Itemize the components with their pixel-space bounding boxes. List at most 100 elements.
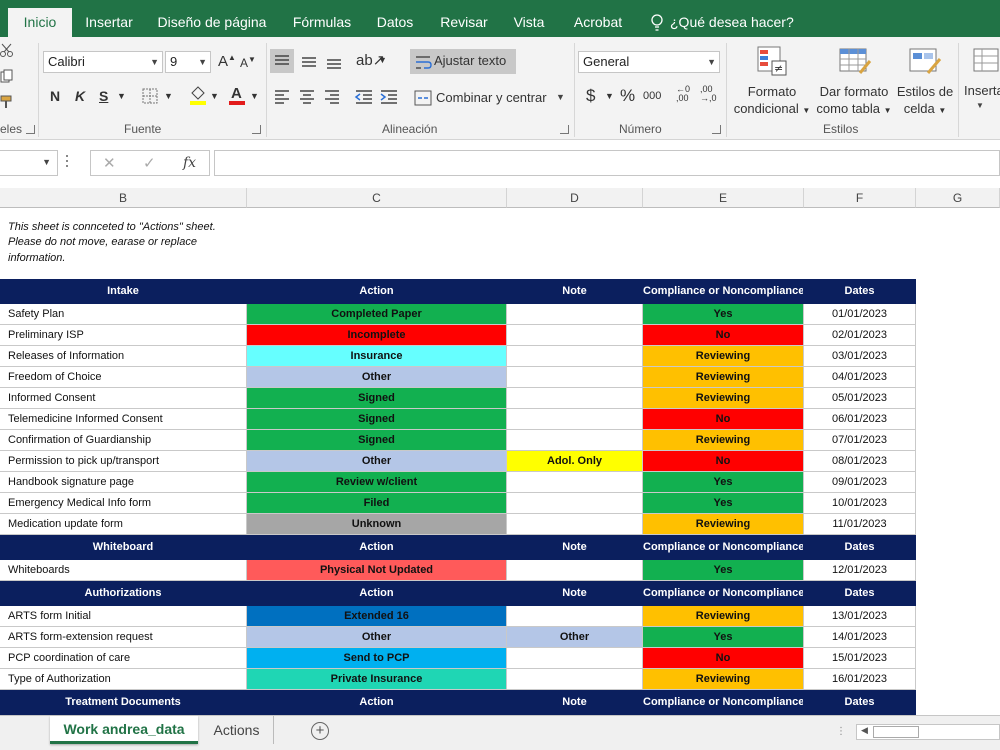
scroll-left-icon[interactable]: ◀ — [861, 725, 868, 736]
header-dates[interactable]: Dates — [804, 535, 916, 560]
conditional-format-button[interactable]: ≠ Formato condicional ▼ — [732, 43, 812, 121]
number-launcher[interactable] — [712, 125, 721, 134]
italic-button[interactable]: K — [75, 88, 85, 104]
font-name-select[interactable]: Calibri ▼ — [43, 51, 163, 73]
add-sheet-icon[interactable]: + — [311, 722, 329, 740]
action-cell[interactable]: Filed — [247, 493, 507, 514]
item-cell[interactable]: Freedom of Choice — [0, 367, 247, 388]
tab-vista[interactable]: Vista — [504, 8, 554, 37]
note-cell[interactable] — [507, 304, 643, 325]
header-dates[interactable]: Dates — [804, 279, 916, 304]
action-cell[interactable]: Review w/client — [247, 472, 507, 493]
date-cell[interactable]: 14/01/2023 — [804, 627, 916, 648]
align-right-icon[interactable] — [320, 84, 344, 108]
tab-insertar[interactable]: Insertar — [78, 8, 140, 37]
compliance-cell[interactable]: Yes — [643, 493, 804, 514]
decrease-font-icon[interactable]: A▼ — [240, 55, 256, 70]
compliance-cell[interactable]: No — [643, 325, 804, 346]
header-action[interactable]: Action — [247, 279, 507, 304]
action-cell[interactable]: Other — [247, 627, 507, 648]
action-cell[interactable]: Insurance — [247, 346, 507, 367]
header-compliance[interactable]: Compliance or Noncompliance — [643, 535, 804, 560]
header-note[interactable]: Note — [507, 690, 643, 715]
compliance-cell[interactable]: Reviewing — [643, 388, 804, 409]
date-cell[interactable]: 15/01/2023 — [804, 648, 916, 669]
item-cell[interactable]: Safety Plan — [0, 304, 247, 325]
name-box[interactable]: ▼ — [0, 150, 58, 176]
date-cell[interactable]: 02/01/2023 — [804, 325, 916, 346]
action-cell[interactable]: Send to PCP — [247, 648, 507, 669]
compliance-cell[interactable]: Yes — [643, 627, 804, 648]
section-title[interactable]: Authorizations — [0, 581, 247, 606]
action-cell[interactable]: Physical Not Updated — [247, 560, 507, 581]
item-cell[interactable]: PCP coordination of care — [0, 648, 247, 669]
date-cell[interactable]: 06/01/2023 — [804, 409, 916, 430]
action-cell[interactable]: Signed — [247, 409, 507, 430]
item-cell[interactable]: Informed Consent — [0, 388, 247, 409]
note-cell[interactable] — [507, 514, 643, 535]
action-cell[interactable]: Private Insurance — [247, 669, 507, 690]
item-cell[interactable]: ARTS form Initial — [0, 606, 247, 627]
date-cell[interactable]: 10/01/2023 — [804, 493, 916, 514]
note-cell[interactable] — [507, 669, 643, 690]
column-header-e[interactable]: E — [643, 188, 804, 208]
tab-formulas[interactable]: Fórmulas — [284, 8, 360, 37]
note-cell[interactable] — [507, 606, 643, 627]
item-cell[interactable]: Releases of Information — [0, 346, 247, 367]
tab-acrobat[interactable]: Acrobat — [564, 8, 632, 37]
header-action[interactable]: Action — [247, 690, 507, 715]
action-cell[interactable]: Other — [247, 367, 507, 388]
fill-color-icon[interactable] — [189, 85, 207, 108]
chevron-down-icon[interactable]: ▼ — [210, 91, 219, 101]
date-cell[interactable]: 05/01/2023 — [804, 388, 916, 409]
tab-revisar[interactable]: Revisar — [434, 8, 494, 37]
date-cell[interactable]: 08/01/2023 — [804, 451, 916, 472]
note-cell[interactable]: Other — [507, 627, 643, 648]
note-cell[interactable] — [507, 367, 643, 388]
section-title[interactable]: Whiteboard — [0, 535, 247, 560]
section-title[interactable]: Treatment Documents — [0, 690, 247, 715]
section-title[interactable]: Intake — [0, 279, 247, 304]
compliance-cell[interactable]: No — [643, 451, 804, 472]
horizontal-scrollbar[interactable]: ◀ — [856, 724, 1000, 740]
align-left-icon[interactable] — [270, 84, 294, 108]
date-cell[interactable]: 09/01/2023 — [804, 472, 916, 493]
compliance-cell[interactable]: Reviewing — [643, 606, 804, 627]
increase-decimal-icon[interactable]: ←0,00 — [676, 85, 690, 103]
alignment-launcher[interactable] — [560, 125, 569, 134]
cell-styles-button[interactable]: Estilos de celda ▼ — [894, 43, 956, 121]
formula-input[interactable] — [214, 150, 1000, 176]
date-cell[interactable]: 13/01/2023 — [804, 606, 916, 627]
header-note[interactable]: Note — [507, 535, 643, 560]
note-cell[interactable] — [507, 560, 643, 581]
note-cell[interactable] — [507, 325, 643, 346]
insert-function-icon[interactable]: fx — [183, 155, 196, 171]
date-cell[interactable]: 12/01/2023 — [804, 560, 916, 581]
header-compliance[interactable]: Compliance or Noncompliance — [643, 581, 804, 606]
header-compliance[interactable]: Compliance or Noncompliance — [643, 279, 804, 304]
item-cell[interactable]: Preliminary ISP — [0, 325, 247, 346]
align-center-icon[interactable] — [295, 84, 319, 108]
align-top-button[interactable] — [270, 49, 294, 73]
format-painter-icon[interactable] — [0, 95, 14, 112]
note-cell[interactable] — [507, 430, 643, 451]
header-dates[interactable]: Dates — [804, 690, 916, 715]
wrap-text-button[interactable]: Ajustar texto — [410, 49, 516, 74]
column-header-c[interactable]: C — [247, 188, 507, 208]
item-cell[interactable]: Emergency Medical Info form — [0, 493, 247, 514]
chevron-down-icon[interactable]: ▼ — [250, 91, 259, 101]
borders-icon[interactable] — [142, 88, 158, 107]
sheet-tab-work-andrea-data[interactable]: Work andrea_data — [50, 716, 198, 744]
sheet-tab-actions[interactable]: Actions — [200, 716, 274, 744]
header-note[interactable]: Note — [507, 279, 643, 304]
column-header-f[interactable]: F — [804, 188, 916, 208]
decrease-decimal-icon[interactable]: ,00 →,0 — [700, 85, 717, 103]
item-cell[interactable]: Whiteboards — [0, 560, 247, 581]
action-cell[interactable]: Completed Paper — [247, 304, 507, 325]
thousands-button[interactable]: 000 — [643, 90, 661, 102]
chevron-down-icon[interactable]: ▼ — [117, 91, 126, 101]
item-cell[interactable]: Telemedicine Informed Consent — [0, 409, 247, 430]
date-cell[interactable]: 07/01/2023 — [804, 430, 916, 451]
tab-diseno-pagina[interactable]: Diseño de página — [150, 8, 274, 37]
compliance-cell[interactable]: Yes — [643, 304, 804, 325]
